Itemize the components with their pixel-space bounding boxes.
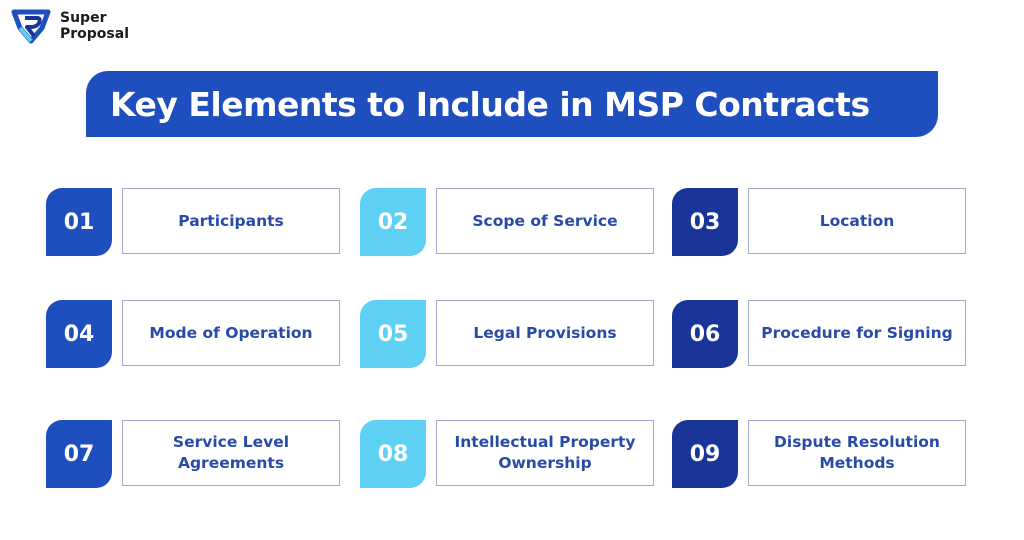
element-item-06: 06 Procedure for Signing xyxy=(672,300,968,368)
element-number-badge: 06 xyxy=(672,300,738,368)
element-number-badge: 03 xyxy=(672,188,738,256)
element-label: Mode of Operation xyxy=(122,300,340,366)
brand-logo: Super Proposal xyxy=(10,8,129,44)
element-label: Participants xyxy=(122,188,340,254)
element-item-03: 03 Location xyxy=(672,188,968,256)
title-banner: Key Elements to Include in MSP Contracts xyxy=(86,71,938,137)
element-label: Dispute Resolution Methods xyxy=(748,420,966,486)
element-item-09: 09 Dispute Resolution Methods xyxy=(672,420,968,488)
element-label: Scope of Service xyxy=(436,188,654,254)
element-number-badge: 02 xyxy=(360,188,426,256)
brand-name: Super Proposal xyxy=(60,10,129,42)
element-label: Service Level Agreements xyxy=(122,420,340,486)
element-number-badge: 04 xyxy=(46,300,112,368)
element-item-07: 07 Service Level Agreements xyxy=(46,420,342,488)
element-number-badge: 09 xyxy=(672,420,738,488)
element-item-04: 04 Mode of Operation xyxy=(46,300,342,368)
element-number-badge: 08 xyxy=(360,420,426,488)
element-label: Intellectual Property Ownership xyxy=(436,420,654,486)
element-number-badge: 07 xyxy=(46,420,112,488)
element-item-02: 02 Scope of Service xyxy=(360,188,656,256)
element-number-badge: 01 xyxy=(46,188,112,256)
brand-name-line1: Super xyxy=(60,10,107,26)
element-item-08: 08 Intellectual Property Ownership xyxy=(360,420,656,488)
element-label: Location xyxy=(748,188,966,254)
page-title: Key Elements to Include in MSP Contracts xyxy=(110,84,870,124)
element-item-01: 01 Participants xyxy=(46,188,342,256)
element-number-badge: 05 xyxy=(360,300,426,368)
element-item-05: 05 Legal Provisions xyxy=(360,300,656,368)
super-proposal-logo-icon xyxy=(11,9,51,44)
element-label: Procedure for Signing xyxy=(748,300,966,366)
brand-name-line2: Proposal xyxy=(60,26,130,42)
element-label: Legal Provisions xyxy=(436,300,654,366)
